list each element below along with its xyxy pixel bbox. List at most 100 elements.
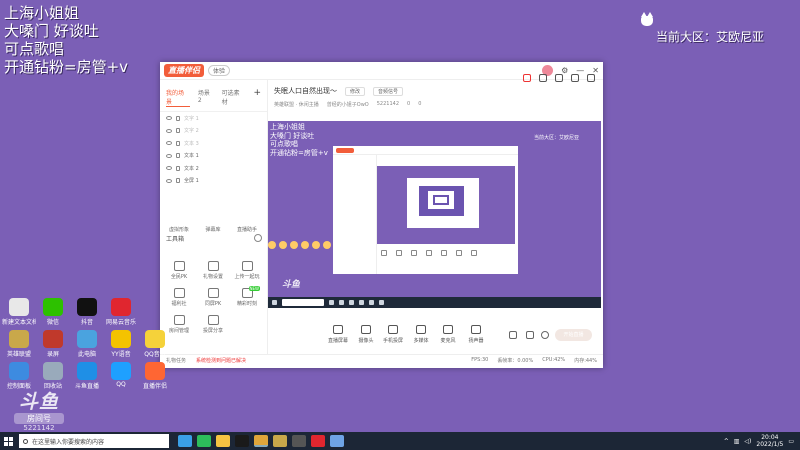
lock-icon[interactable]: [176, 115, 180, 121]
tool-item[interactable]: 上传一起玩: [232, 261, 262, 280]
source-item[interactable]: 文字 2: [160, 125, 267, 138]
desktop-icon[interactable]: 回收站: [36, 362, 70, 390]
notification-icon[interactable]: ▭: [788, 438, 794, 445]
source-item[interactable]: 文本 3: [160, 137, 267, 150]
eye-icon[interactable]: [166, 141, 172, 146]
desktop-icon[interactable]: 抖音: [70, 298, 104, 326]
camera-icon[interactable]: [509, 331, 517, 339]
desktop-icon[interactable]: QQ音乐: [138, 330, 172, 358]
taskbar-app-icon[interactable]: [330, 435, 344, 447]
network-icon[interactable]: ▥: [734, 438, 740, 445]
settings-icon[interactable]: [541, 331, 549, 339]
lock-icon[interactable]: [539, 74, 547, 82]
audio-signal-chip[interactable]: 音频信号: [373, 86, 404, 96]
tool-item[interactable]: 虚拟形象: [164, 226, 194, 233]
taskbar-app-icon[interactable]: [254, 435, 268, 447]
tool-item[interactable]: 直播助手: [232, 226, 262, 233]
lock-icon[interactable]: [176, 178, 180, 184]
desktop-icon[interactable]: 新建文本文档: [2, 298, 36, 326]
volume-icon[interactable]: ◁): [744, 438, 751, 445]
source-item[interactable]: 文本 1: [160, 150, 267, 163]
desktop-icon[interactable]: YY语音: [104, 330, 138, 358]
viewer-count: 0: [407, 101, 411, 107]
share-icon[interactable]: [587, 74, 595, 82]
control-icon: [443, 325, 453, 334]
lock-icon[interactable]: [176, 128, 180, 134]
lock-icon[interactable]: [176, 153, 180, 159]
lock-icon[interactable]: [176, 165, 180, 171]
lock-icon[interactable]: [176, 140, 180, 146]
eye-icon[interactable]: [166, 128, 172, 133]
status-cpu: CPU:42%: [542, 357, 566, 363]
taskbar-app-icon[interactable]: [216, 435, 230, 447]
tool-item[interactable]: 精彩时刻 NEW: [232, 286, 262, 307]
tab-scene-2[interactable]: 场景2: [198, 88, 214, 107]
layout-icon[interactable]: [555, 74, 563, 82]
app-icon: [43, 298, 63, 316]
control-button[interactable]: 多媒体: [406, 325, 436, 344]
clock-time: 20:04: [761, 434, 779, 441]
edit-room-button[interactable]: 修改: [345, 86, 366, 96]
tool-item[interactable]: 同屏PK: [198, 288, 228, 307]
taskbar-app-icon[interactable]: [178, 435, 192, 447]
chevron-up-icon[interactable]: ^: [724, 438, 729, 445]
tool-item[interactable]: 福利社: [164, 288, 194, 307]
preview-logo: 斗鱼: [282, 280, 301, 290]
control-button[interactable]: 扬声器: [461, 325, 491, 344]
source-item[interactable]: 文本 2: [160, 162, 267, 175]
source-item[interactable]: 文字 1: [160, 112, 267, 125]
tool-item[interactable]: 投屏分享: [198, 315, 228, 334]
douyu-watermark: 斗鱼 房间号 5221142: [14, 392, 64, 432]
taskbar-app-icon[interactable]: [235, 435, 249, 447]
control-icon: [333, 325, 343, 334]
nested-sidebar: [333, 155, 377, 274]
desktop-icon[interactable]: 录屏: [36, 330, 70, 358]
audio-mixer-icon[interactable]: [526, 331, 534, 339]
control-button[interactable]: 手机投屏: [378, 325, 408, 344]
control-icon: [471, 325, 481, 334]
eye-icon[interactable]: [166, 178, 172, 183]
tool-item[interactable]: 礼物设置: [198, 261, 228, 280]
desktop-icon[interactable]: 网易云音乐: [104, 298, 138, 326]
add-scene-icon[interactable]: +: [253, 88, 261, 107]
desktop-icon[interactable]: 此电脑: [70, 330, 104, 358]
watermark-room-label: 房间号: [14, 413, 64, 424]
bell-icon[interactable]: [571, 74, 579, 82]
taskbar-search[interactable]: 在这里输入你要搜索的内容: [19, 434, 169, 448]
more-tools-icon[interactable]: [254, 234, 262, 242]
taskbar-app-icon[interactable]: [311, 435, 325, 447]
desktop-icon[interactable]: 英雄联盟: [2, 330, 36, 358]
overlay-line-3: 可点歌唱: [4, 40, 65, 58]
desktop-icon-label: 此电脑: [77, 351, 96, 358]
app-brand: 直播伴侣: [164, 64, 204, 77]
tool-item[interactable]: 弹幕库: [198, 226, 228, 233]
clock[interactable]: 20:04 2022/1/5: [756, 434, 783, 448]
tab-my-scene[interactable]: 我的场景: [166, 88, 190, 107]
eye-icon[interactable]: [166, 116, 172, 121]
control-button[interactable]: 麦克风: [433, 325, 463, 344]
eye-icon[interactable]: [166, 153, 172, 158]
desktop-icon[interactable]: QQ: [104, 362, 138, 388]
control-label: 直播屏幕: [327, 338, 348, 344]
control-button[interactable]: 摄像头: [351, 325, 381, 344]
app-icon: [9, 330, 29, 348]
desktop-icon[interactable]: 斗鱼直播: [70, 362, 104, 390]
source-item[interactable]: 全屏 1: [160, 175, 267, 188]
desktop-icon[interactable]: 微信: [36, 298, 70, 326]
version-badge[interactable]: 体验: [208, 65, 231, 76]
taskbar-app-icon[interactable]: [273, 435, 287, 447]
desktop-icon[interactable]: 控制面板: [2, 362, 36, 390]
stream-preview[interactable]: 上海小姐姐 大嗓门 好谈吐 可点歌唱 开通钻粉=房管+v 当前大区：艾欧尼亚 斗…: [268, 121, 601, 308]
tool-item[interactable]: 全民PK: [164, 261, 194, 280]
control-button[interactable]: 直播屏幕: [323, 325, 353, 344]
desktop-icon-label: 控制面板: [6, 383, 31, 390]
record-icon[interactable]: [523, 74, 531, 82]
room-title[interactable]: 失眠人口自然出现～: [274, 86, 337, 96]
start-button[interactable]: [0, 432, 16, 450]
desktop-icon[interactable]: 直播伴侣: [138, 362, 172, 390]
tab-materials[interactable]: 可选素材: [222, 88, 246, 107]
taskbar-app-icon[interactable]: [197, 435, 211, 447]
go-live-button[interactable]: 开始直播: [555, 329, 592, 341]
taskbar-app-icon[interactable]: [292, 435, 306, 447]
eye-icon[interactable]: [166, 166, 172, 171]
